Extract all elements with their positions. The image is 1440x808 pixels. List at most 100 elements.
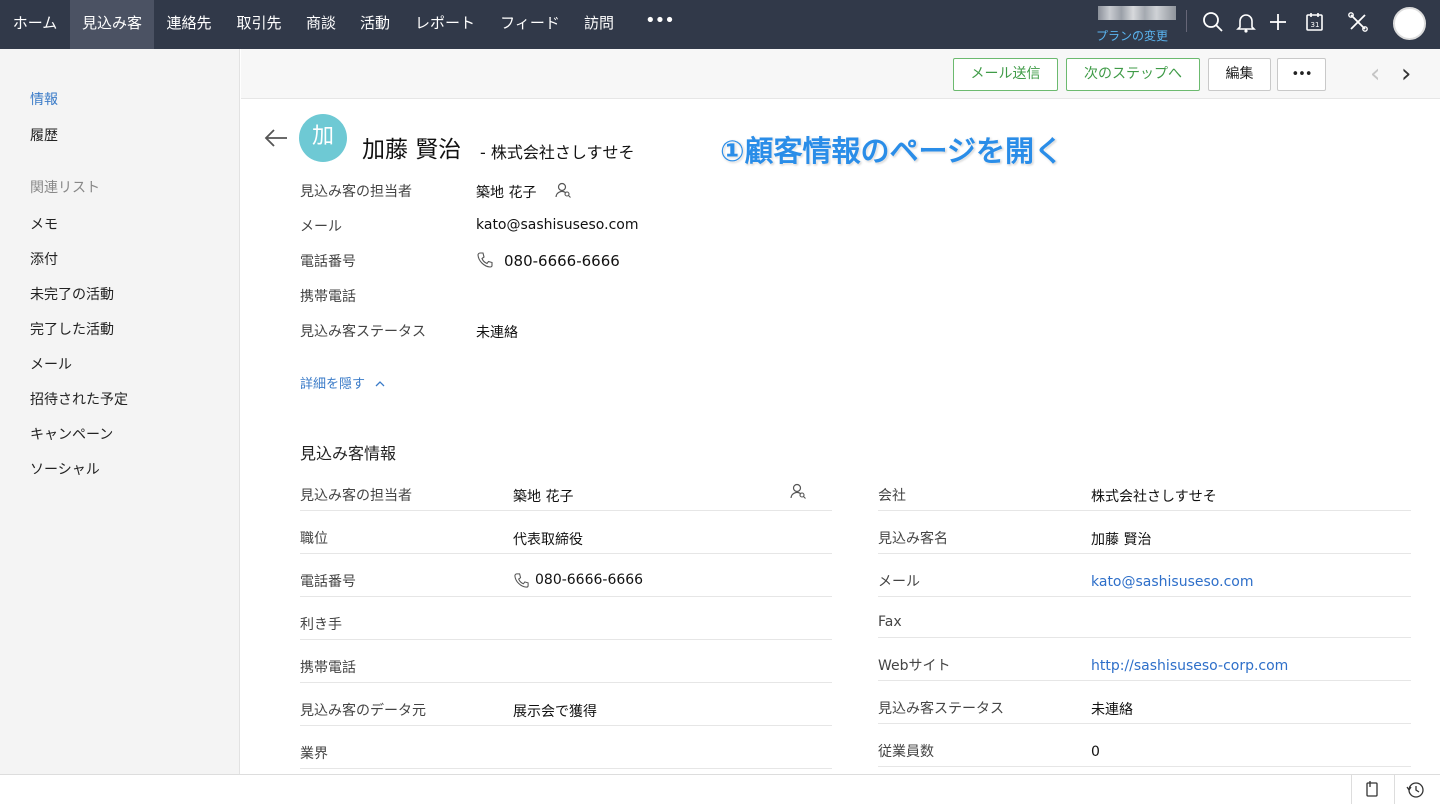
next-record-icon[interactable]: › — [1401, 60, 1411, 88]
annotation-callout: ①顧客情報のページを開く — [720, 134, 1063, 168]
summary-phone-value[interactable]: 080-6666-6666 — [504, 252, 620, 270]
blurred-username — [1098, 6, 1176, 20]
top-navigation-bar: ホーム 見込み客 連絡先 取引先 商談 活動 レポート フィード 訪問 ••• … — [0, 0, 1440, 49]
plus-icon[interactable] — [1266, 10, 1290, 34]
next-step-button[interactable]: 次のステップへ — [1066, 58, 1200, 91]
field-value-status: 未連絡 — [1091, 702, 1133, 718]
field-label-mobile: 携帯電話 — [300, 660, 356, 676]
row-divider — [878, 553, 1411, 554]
nav-contacts[interactable]: 連絡先 — [154, 0, 224, 49]
row-divider — [878, 680, 1411, 681]
nav-reports[interactable]: レポート — [402, 0, 488, 49]
sidebar-item-info[interactable]: 情報 — [30, 89, 58, 109]
search-icon[interactable] — [1201, 10, 1225, 34]
row-divider — [300, 596, 832, 597]
nav-accounts[interactable]: 取引先 — [224, 0, 294, 49]
user-lookup-icon[interactable] — [789, 482, 807, 500]
sidebar-item-open-activities[interactable]: 未完了の活動 — [30, 284, 114, 304]
section-title: 見込み客情報 — [300, 444, 397, 463]
field-label-company: 会社 — [878, 488, 906, 504]
summary-mobile-label: 携帯電話 — [300, 289, 356, 305]
nav-activities[interactable]: 活動 — [348, 0, 402, 49]
field-value-lead-name: 加藤 賢治 — [1091, 532, 1152, 548]
summary-owner-value: 築地 花子 — [476, 185, 537, 201]
phone-icon[interactable] — [513, 572, 530, 589]
sidebar-item-history[interactable]: 履歴 — [30, 125, 58, 145]
phone-icon[interactable] — [476, 251, 494, 269]
sidebar-item-invited-events[interactable]: 招待された予定 — [30, 389, 128, 409]
field-label-title: 職位 — [300, 531, 328, 547]
row-divider — [878, 510, 1411, 511]
row-divider — [300, 553, 832, 554]
summary-owner-label: 見込み客の担当者 — [300, 184, 412, 200]
summary-status-value: 未連絡 — [476, 325, 518, 341]
history-icon[interactable] — [1394, 775, 1434, 804]
record-company: - 株式会社さしすせそ — [480, 143, 635, 162]
user-lookup-icon[interactable] — [554, 181, 572, 199]
sidebar-item-social[interactable]: ソーシャル — [30, 459, 100, 479]
field-label-industry: 業界 — [300, 746, 328, 762]
nav-feeds[interactable]: フィード — [488, 0, 572, 49]
field-value-lead-source: 展示会で獲得 — [513, 704, 597, 720]
previous-record-icon[interactable]: ‹ — [1370, 60, 1380, 88]
sidebar-item-attachments[interactable]: 添付 — [30, 249, 58, 269]
sidebar-item-emails[interactable]: メール — [30, 354, 72, 374]
nav-more-button[interactable]: ••• — [645, 0, 675, 49]
calendar-icon[interactable]: 31 — [1303, 10, 1327, 34]
hide-details-label: 詳細を隠す — [300, 377, 366, 392]
field-value-email[interactable]: kato@sashisuseso.com — [1091, 574, 1253, 590]
sidebar-related-heading: 関連リスト — [30, 180, 100, 196]
sidebar-item-notes[interactable]: メモ — [30, 214, 58, 234]
field-label-owner: 見込み客の担当者 — [300, 488, 412, 504]
row-divider — [300, 682, 832, 683]
back-arrow-icon[interactable] — [263, 126, 289, 150]
summary-status-label: 見込み客ステータス — [300, 324, 426, 340]
chevron-up-icon — [375, 377, 385, 392]
sidebar-item-campaigns[interactable]: キャンペーン — [30, 424, 113, 444]
nav-deals[interactable]: 商談 — [294, 0, 348, 49]
field-label-email: メール — [878, 574, 920, 590]
plan-change-link[interactable]: プランの変更 — [1096, 27, 1168, 44]
nav-leads[interactable]: 見込み客 — [70, 0, 154, 49]
field-label-status: 見込み客ステータス — [878, 701, 1004, 717]
field-value-owner: 築地 花子 — [513, 489, 574, 505]
nav-home[interactable]: ホーム — [0, 0, 70, 49]
row-divider — [878, 637, 1411, 638]
field-label-fax: Fax — [878, 614, 902, 630]
field-label-phone: 電話番号 — [300, 574, 356, 590]
row-divider — [300, 768, 832, 769]
summary-email-label: メール — [300, 219, 342, 235]
bell-icon[interactable] — [1234, 10, 1258, 34]
row-divider — [300, 639, 832, 640]
sidebar-item-closed-activities[interactable]: 完了した活動 — [30, 319, 114, 339]
row-divider — [878, 596, 1411, 597]
field-value-title: 代表取締役 — [513, 532, 583, 548]
edit-button[interactable]: 編集 — [1208, 58, 1271, 91]
summary-phone-label: 電話番号 — [300, 254, 356, 270]
field-value-employees: 0 — [1091, 744, 1100, 760]
clip-icon[interactable] — [1351, 775, 1391, 804]
user-avatar[interactable] — [1393, 7, 1426, 40]
row-divider — [878, 766, 1411, 767]
nav-visits[interactable]: 訪問 — [572, 0, 626, 49]
field-label-lead-source: 見込み客のデータ元 — [300, 703, 426, 719]
field-value-company: 株式会社さしすせそ — [1091, 489, 1217, 505]
row-divider — [300, 510, 832, 511]
field-label-employees: 従業員数 — [878, 744, 934, 760]
field-label-website: Webサイト — [878, 658, 951, 674]
bottom-bar — [0, 774, 1440, 804]
row-divider — [878, 723, 1411, 724]
divider — [1186, 10, 1187, 32]
record-avatar: 加 — [299, 114, 347, 162]
sidebar — [0, 49, 240, 774]
svg-text:31: 31 — [1311, 21, 1320, 29]
field-value-phone[interactable]: 080-6666-6666 — [535, 572, 643, 588]
summary-email-value[interactable]: kato@sashisuseso.com — [476, 217, 638, 233]
row-divider — [300, 725, 832, 726]
send-email-button[interactable]: メール送信 — [953, 58, 1058, 91]
record-name: 加藤 賢治 — [362, 137, 462, 163]
tools-icon[interactable] — [1346, 10, 1370, 34]
more-actions-button[interactable]: ••• — [1277, 58, 1326, 91]
hide-details-link[interactable]: 詳細を隠す — [300, 373, 385, 392]
field-value-website[interactable]: http://sashisuseso-corp.com — [1091, 658, 1288, 674]
